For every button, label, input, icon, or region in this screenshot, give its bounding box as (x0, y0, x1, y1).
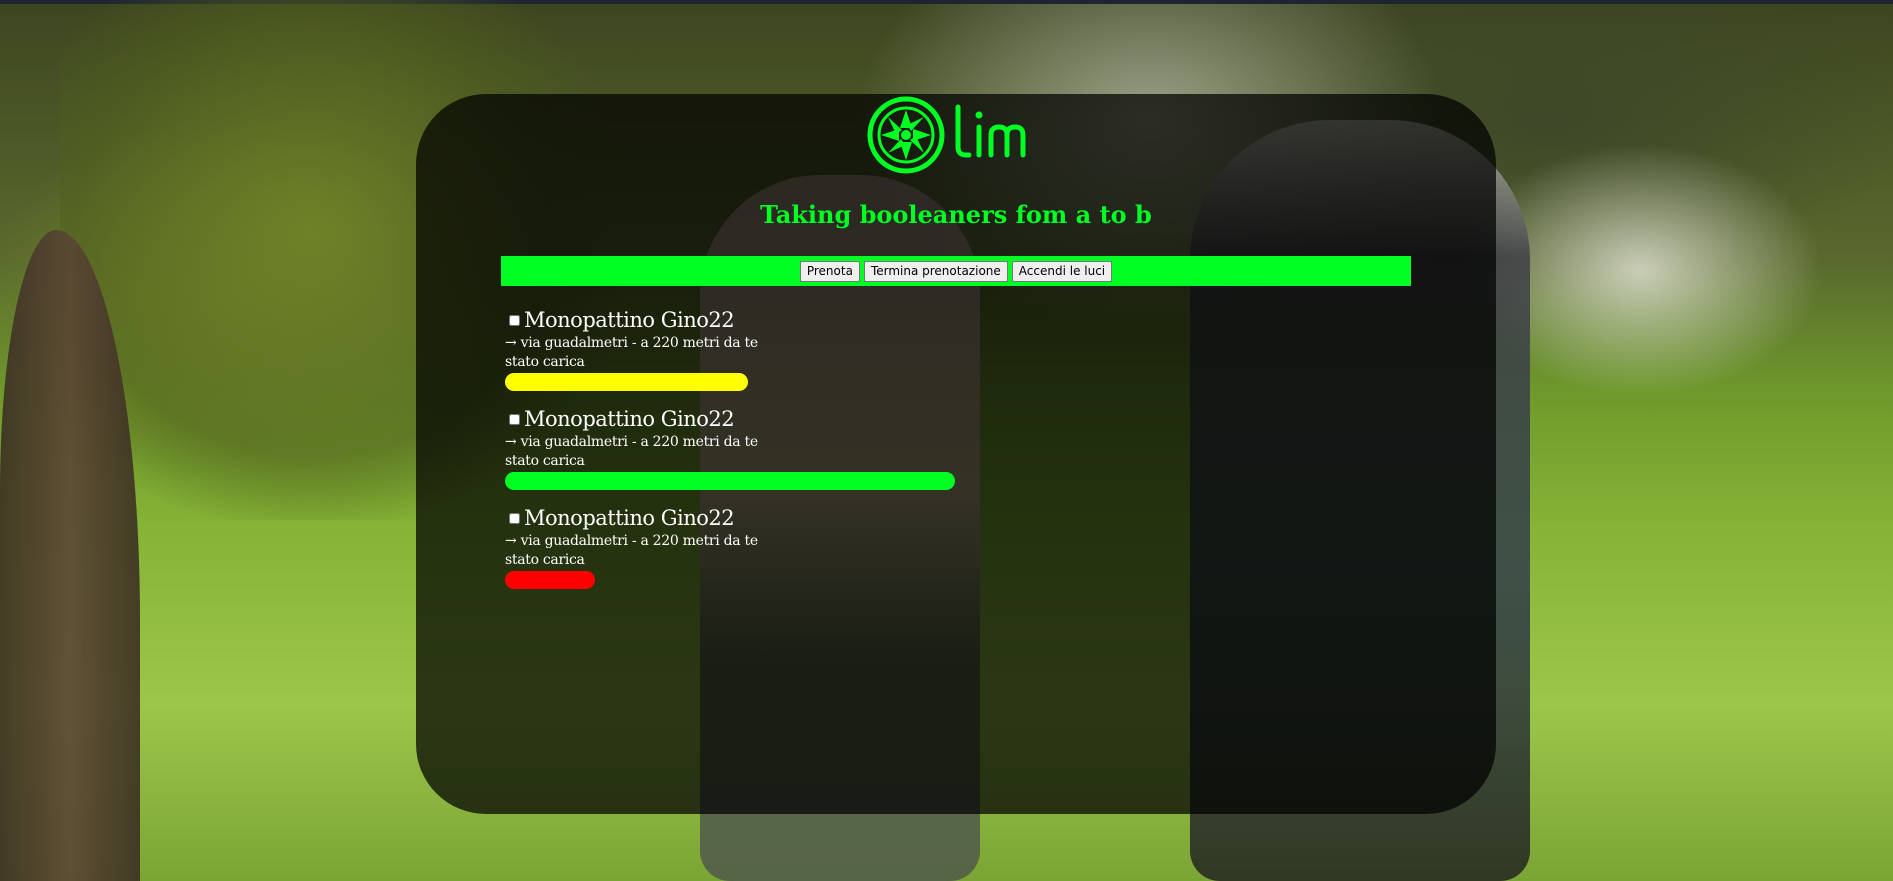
scooter-location: → via guadalmetri - a 220 metri da te (505, 335, 758, 351)
lim-logo (867, 96, 1026, 174)
scooter-select-checkbox[interactable] (509, 314, 520, 326)
charge-bar (505, 571, 595, 589)
scooter-item: Monopattino Gino22 → via guadalmetri - a… (505, 504, 1205, 603)
scooter-item: Monopattino Gino22 → via guadalmetri - a… (505, 405, 1205, 504)
charge-label: stato carica (505, 453, 585, 469)
scooter-list: Monopattino Gino22 → via guadalmetri - a… (505, 306, 1205, 603)
charge-bar (505, 373, 748, 391)
charge-label: stato carica (505, 354, 585, 370)
page-title: Taking booleaners fom a to b (760, 200, 1152, 229)
scooter-select-checkbox[interactable] (509, 413, 520, 425)
charge-label: stato carica (505, 552, 585, 568)
lights-on-button[interactable]: Accendi le luci (1011, 260, 1113, 282)
action-toolbar: Prenota Termina prenotazione Accendi le … (501, 256, 1411, 286)
book-button[interactable]: Prenota (799, 260, 860, 282)
scooter-name: Monopattino Gino22 (524, 506, 735, 530)
scooter-name: Monopattino Gino22 (524, 308, 735, 332)
scooter-item: Monopattino Gino22 → via guadalmetri - a… (505, 306, 1205, 405)
scooter-name: Monopattino Gino22 (524, 407, 735, 431)
scooter-location: → via guadalmetri - a 220 metri da te (505, 533, 758, 549)
charge-bar (505, 472, 955, 490)
end-booking-button[interactable]: Termina prenotazione (863, 260, 1008, 282)
scooter-select-checkbox[interactable] (509, 512, 520, 524)
scooter-location: → via guadalmetri - a 220 metri da te (505, 434, 758, 450)
